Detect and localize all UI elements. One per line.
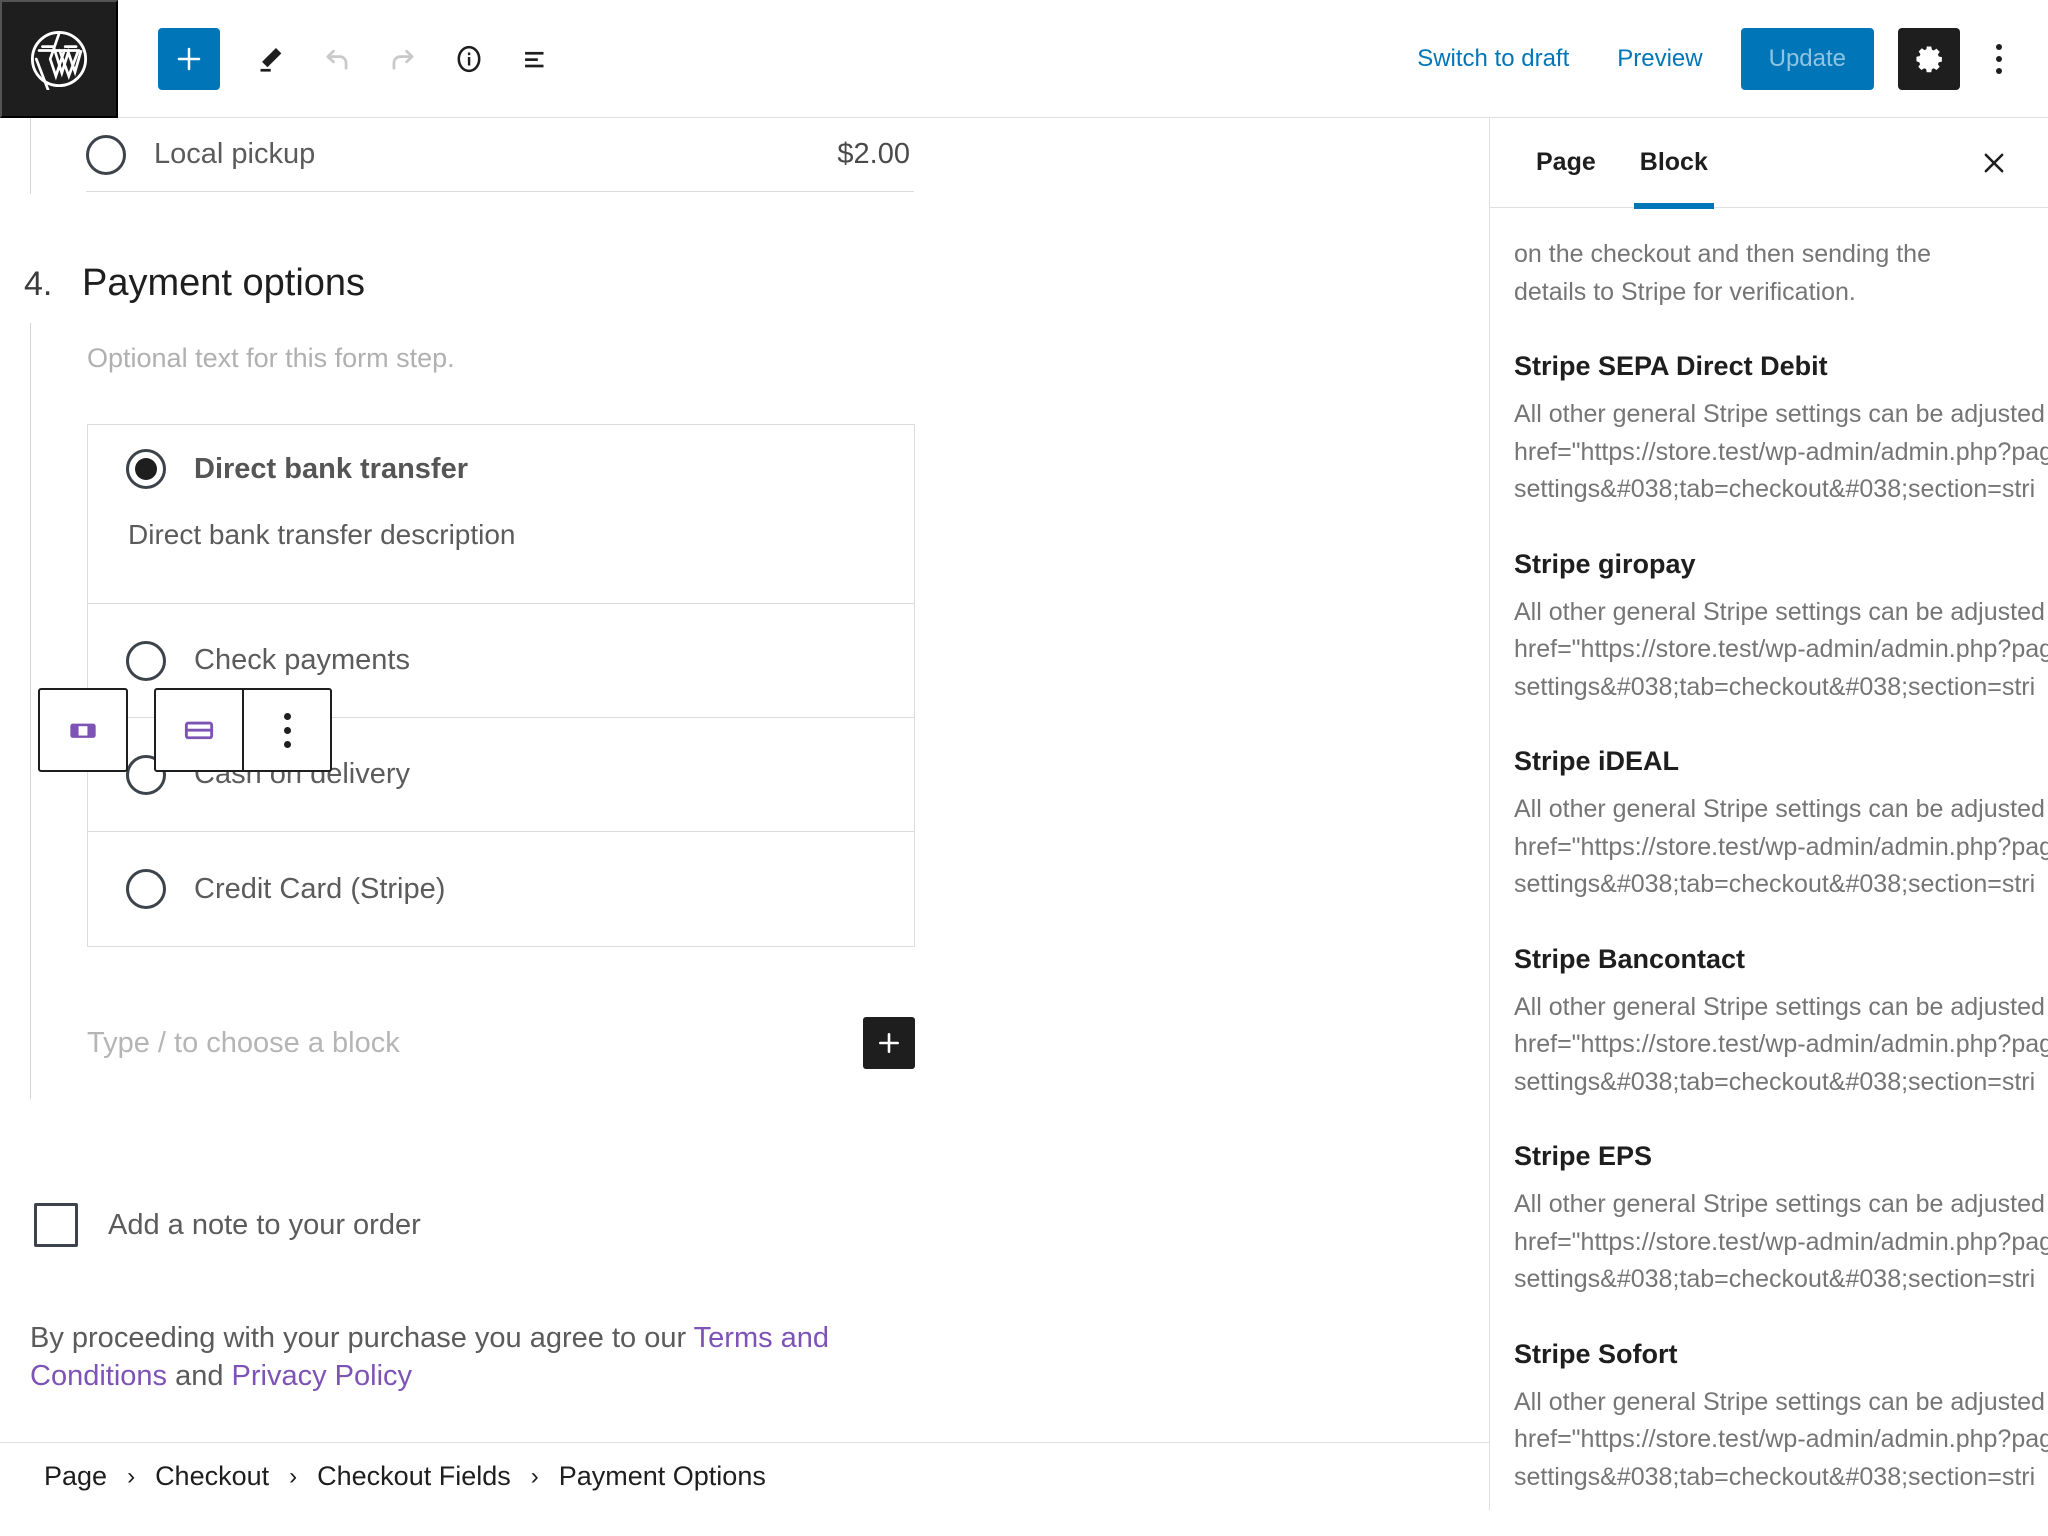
gear-icon — [1916, 45, 1942, 72]
plus-icon — [177, 47, 201, 70]
breadcrumb-item-checkout-fields[interactable]: Checkout Fields — [307, 1457, 521, 1496]
block-appender-add-button[interactable] — [863, 1017, 915, 1069]
terms-and-conditions-text: By proceeding with your purchase you agr… — [30, 1319, 910, 1396]
sidebar-setting-group: Stripe giropay All other general Stripe … — [1514, 509, 2048, 707]
list-view-button[interactable] — [502, 26, 568, 92]
setting-heading: Stripe Sofort — [1514, 1338, 1678, 1369]
payment-methods-block[interactable]: Direct bank transfer Direct bank transfe… — [87, 424, 915, 947]
update-button[interactable]: Update — [1740, 27, 1874, 90]
terms-middle: and — [167, 1360, 232, 1393]
privacy-policy-link[interactable]: Privacy Policy — [232, 1360, 413, 1392]
setting-description: All other general Stripe settings can be… — [1514, 597, 2048, 701]
setting-description: All other general Stripe settings can be… — [1514, 1190, 2048, 1293]
settings-sidebar: Page Block on the checkout and then send… — [1489, 118, 2048, 1510]
kebab-menu-icon — [283, 712, 291, 748]
order-note-row[interactable]: Add a note to your order — [34, 1203, 1489, 1247]
payment-radio-check-payments[interactable] — [126, 640, 166, 681]
sidebar-content[interactable]: on the checkout and then sending the det… — [1490, 208, 2048, 1510]
sidebar-setting-group: Stripe Bancontact All other general Stri… — [1514, 904, 2048, 1102]
step-number: 4. — [24, 265, 53, 303]
editor-window: Switch to draft Preview Update Local pic… — [0, 0, 2048, 1536]
switch-to-draft-button[interactable]: Switch to draft — [1393, 35, 1593, 83]
shipping-option-row[interactable]: Local pickup $2.00 — [86, 118, 914, 192]
editor-canvas[interactable]: Local pickup $2.00 4. Payment options Op… — [0, 118, 1489, 1510]
page-title: Payment options — [82, 262, 366, 304]
tools-button[interactable] — [238, 26, 304, 92]
payment-method-label: Credit Card (Stripe) — [194, 872, 446, 905]
redo-arrow-icon — [392, 49, 414, 70]
block-type-button[interactable] — [156, 690, 242, 770]
sidebar-setting-group: Stripe Sofort All other general Stripe s… — [1514, 1299, 2048, 1497]
shipping-option-label: Local pickup — [154, 138, 316, 170]
order-note-label: Add a note to your order — [108, 1208, 421, 1241]
close-icon — [1984, 153, 2004, 172]
setting-description: All other general Stripe settings can be… — [1514, 1387, 2048, 1491]
payment-method-row[interactable]: Direct bank transfer Direct bank transfe… — [88, 425, 914, 604]
payment-card-icon — [184, 721, 214, 740]
payment-method-description: Direct bank transfer description — [128, 519, 516, 550]
block-appender-placeholder: Type / to choose a block — [87, 1026, 400, 1059]
close-sidebar-button[interactable] — [1966, 135, 2022, 191]
setting-heading: Stripe iDEAL — [1514, 746, 1680, 776]
payment-radio-direct-bank-transfer[interactable] — [126, 449, 166, 489]
block-toolbar-group — [154, 688, 332, 772]
kebab-menu-icon — [1996, 43, 2002, 50]
sidebar-lead-text: on the checkout and then sending the det… — [1514, 240, 1931, 306]
payment-method-label: Check payments — [194, 644, 410, 676]
setting-heading: Stripe SEPA Direct Debit — [1514, 351, 1828, 381]
block-toolbar — [38, 688, 332, 772]
editor-top-bar: Switch to draft Preview Update — [0, 0, 2048, 118]
sidebar-tabs: Page Block — [1490, 118, 2048, 209]
redo-button[interactable] — [370, 26, 436, 92]
pencil-icon — [260, 47, 282, 72]
chevron-right-icon: › — [289, 1462, 298, 1490]
sidebar-setting-group: Stripe SEPA Direct Debit All other gener… — [1514, 311, 2048, 509]
breadcrumb-item-page[interactable]: Page — [34, 1457, 117, 1496]
undo-button[interactable] — [304, 26, 370, 92]
list-view-icon — [525, 51, 544, 67]
wordpress-logo-icon[interactable] — [0, 0, 118, 118]
payment-method-row[interactable]: Credit Card (Stripe) — [88, 832, 914, 946]
setting-heading: Stripe Bancontact — [1514, 943, 1746, 974]
add-block-button[interactable] — [158, 27, 220, 90]
shipping-radio-local-pickup[interactable] — [86, 134, 126, 175]
setting-heading: Stripe EPS — [1514, 1141, 1653, 1171]
tab-page[interactable]: Page — [1514, 118, 1618, 208]
details-button[interactable] — [436, 26, 502, 92]
form-step-heading[interactable]: 4. Payment options — [0, 262, 1489, 305]
options-button[interactable] — [1972, 28, 2026, 90]
setting-heading: Stripe giropay — [1514, 548, 1696, 579]
sidebar-setting-group: Stripe P24 — [1514, 1496, 2026, 1510]
tab-block[interactable]: Block — [1618, 118, 1730, 209]
payment-method-label: Direct bank transfer — [194, 452, 468, 485]
plus-icon — [879, 1033, 899, 1053]
info-circle-icon — [457, 45, 481, 72]
breadcrumb: Page › Checkout › Checkout Fields › Paym… — [0, 1442, 1489, 1510]
top-bar-left-tools — [118, 26, 568, 92]
block-appender[interactable]: Type / to choose a block — [87, 1013, 915, 1073]
setting-description: All other general Stripe settings can be… — [1514, 992, 2048, 1096]
step-optional-text[interactable]: Optional text for this form step. — [87, 323, 1489, 374]
chevron-right-icon: › — [530, 1462, 539, 1490]
terms-prefix: By proceeding with your purchase you agr… — [30, 1322, 694, 1354]
shipping-option-price: $2.00 — [837, 138, 910, 170]
chevron-right-icon: › — [127, 1462, 136, 1490]
order-note-checkbox[interactable] — [34, 1203, 78, 1247]
undo-arrow-icon — [326, 49, 348, 70]
block-more-options-button[interactable] — [244, 690, 330, 770]
shipping-option-row-wrapper: Local pickup $2.00 — [0, 118, 1489, 194]
breadcrumb-item-payment-options[interactable]: Payment Options — [549, 1457, 776, 1496]
sidebar-setting-group: Stripe EPS All other general Stripe sett… — [1514, 1101, 2048, 1299]
setting-description: All other general Stripe settings can be… — [1514, 795, 2048, 898]
settings-button[interactable] — [1898, 27, 1960, 90]
select-parent-block-icon — [70, 723, 96, 738]
sidebar-setting-group: Stripe iDEAL All other general Stripe se… — [1514, 706, 2048, 904]
setting-description: All other general Stripe settings can be… — [1514, 400, 2048, 503]
preview-button[interactable]: Preview — [1593, 35, 1726, 83]
parent-block-toolbar-group — [38, 688, 128, 772]
breadcrumb-item-checkout[interactable]: Checkout — [145, 1457, 279, 1496]
payment-radio-credit-card-stripe[interactable] — [126, 869, 166, 909]
top-bar-right-actions: Switch to draft Preview Update — [1393, 27, 2048, 90]
select-parent-block-button[interactable] — [40, 690, 126, 770]
